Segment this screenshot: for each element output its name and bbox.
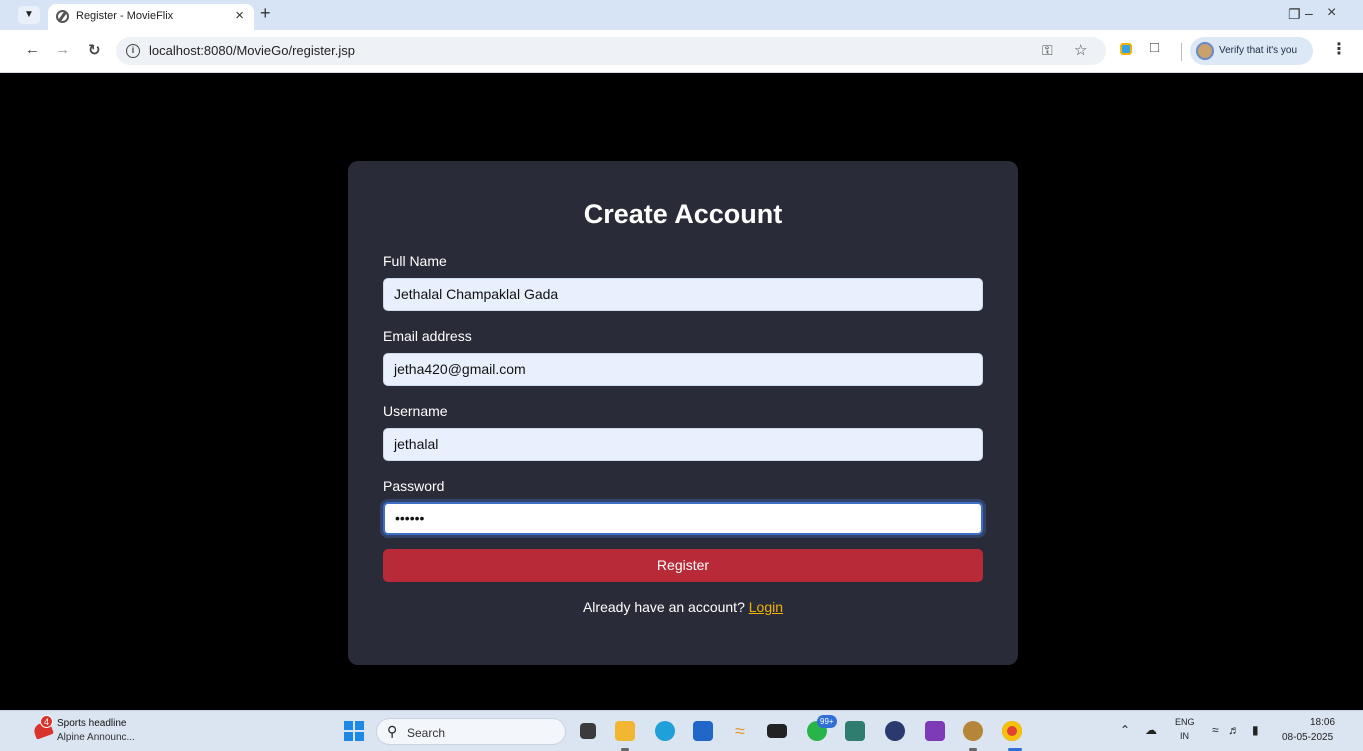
tab-search-chevron-icon[interactable]: ▼ [18,6,40,24]
login-prompt: Already have an account? Login [348,599,1018,615]
volume-icon[interactable]: ♬ [1228,723,1240,737]
login-prompt-text: Already have an account? [582,599,745,615]
page-title: Create Account [583,199,783,229]
full-name-input[interactable]: Jethalal Champaklal Gada [383,278,983,311]
page-content: Create Account Full Name Jethalal Champa… [12,74,1353,710]
back-icon[interactable]: ← [25,41,40,58]
news-subtitle[interactable]: Alpine Announc... [57,732,135,743]
app-icon[interactable] [845,721,865,741]
reload-icon[interactable]: ↻ [88,41,101,59]
battery-icon[interactable]: ▮ [1252,723,1259,737]
site-info-icon[interactable]: i [126,44,140,58]
email-input[interactable]: jetha420@gmail.com [383,353,983,386]
close-tab-icon[interactable]: × [235,7,244,24]
edge-icon[interactable] [655,721,675,741]
extensions-puzzle-icon[interactable]: □ [1150,39,1159,56]
new-tab-icon[interactable]: + [260,3,271,24]
news-title[interactable]: Sports headline [57,718,127,729]
extension-icon[interactable] [1120,43,1132,55]
bookmark-star-icon[interactable]: ☆ [1074,41,1087,59]
verify-identity-button[interactable]: Verify that it's you [1190,37,1313,65]
password-label: Password [383,478,445,494]
minimize-icon[interactable]: – [1305,5,1313,21]
register-card: Create Account Full Name Jethalal Champa… [348,161,1018,665]
clock-date[interactable]: 08-05-2025 [1282,732,1333,743]
browser-menu-icon[interactable]: ⋮ [1331,39,1347,59]
taskbar-search[interactable]: ⚲ Search [376,718,566,745]
avatar [1196,42,1214,60]
terminal-icon[interactable] [767,724,787,738]
language-region[interactable]: IN [1180,731,1189,741]
globe-icon [56,10,69,23]
login-link[interactable]: Login [749,599,783,615]
tab-title: Register - MovieFlix [76,10,174,22]
tab-bar: ▼ Register - MovieFlix × + – ❐ × [0,0,1363,30]
username-label: Username [383,403,448,419]
chrome-icon[interactable] [1002,721,1022,741]
onedrive-icon[interactable]: ☁ [1145,723,1157,737]
address-bar: ← → ↻ i localhost:8080/MovieGo/register.… [0,30,1363,73]
restore-icon[interactable]: ❐ [1288,6,1301,23]
close-window-icon[interactable]: × [1327,4,1336,22]
screen: ▼ Register - MovieFlix × + – ❐ × ← → ↻ i… [0,0,1363,751]
task-view-icon[interactable] [580,723,596,739]
password-input[interactable]: •••••• [383,502,983,535]
search-placeholder: Search [407,726,446,740]
taskbar: 4 Sports headline Alpine Announc... ⚲ Se… [0,710,1363,751]
url-text[interactable]: localhost:8080/MovieGo/register.jsp [149,43,355,58]
visual-studio-icon[interactable] [925,721,945,741]
news-badge: 4 [40,715,53,728]
omnibox[interactable]: i localhost:8080/MovieGo/register.jsp ⚿ … [116,37,1106,65]
language-indicator[interactable]: ENG [1175,717,1195,727]
username-input[interactable]: jethalal [383,428,983,461]
folder-app-icon[interactable]: ≈ [730,721,750,741]
whatsapp-badge: 99+ [817,715,837,728]
search-icon: ⚲ [387,723,398,739]
windows-start-icon[interactable] [344,721,364,741]
store-icon[interactable] [693,721,713,741]
password-key-icon[interactable]: ⚿ [1042,42,1053,59]
tab-register[interactable]: Register - MovieFlix × [48,4,254,30]
eclipse-icon[interactable] [885,721,905,741]
file-explorer-icon[interactable] [615,721,635,741]
wifi-icon[interactable]: ≈ [1212,723,1219,737]
toolbar-divider [1181,43,1182,61]
tray-chevron-icon[interactable]: ⌃ [1120,723,1130,737]
forward-icon[interactable]: → [55,41,70,58]
verify-label: Verify that it's you [1219,45,1298,56]
email-label: Email address [383,328,472,344]
register-button[interactable]: Register [383,549,983,582]
app-icon-2[interactable] [963,721,983,741]
full-name-label: Full Name [383,253,447,269]
clock-time[interactable]: 18:06 [1310,717,1335,728]
